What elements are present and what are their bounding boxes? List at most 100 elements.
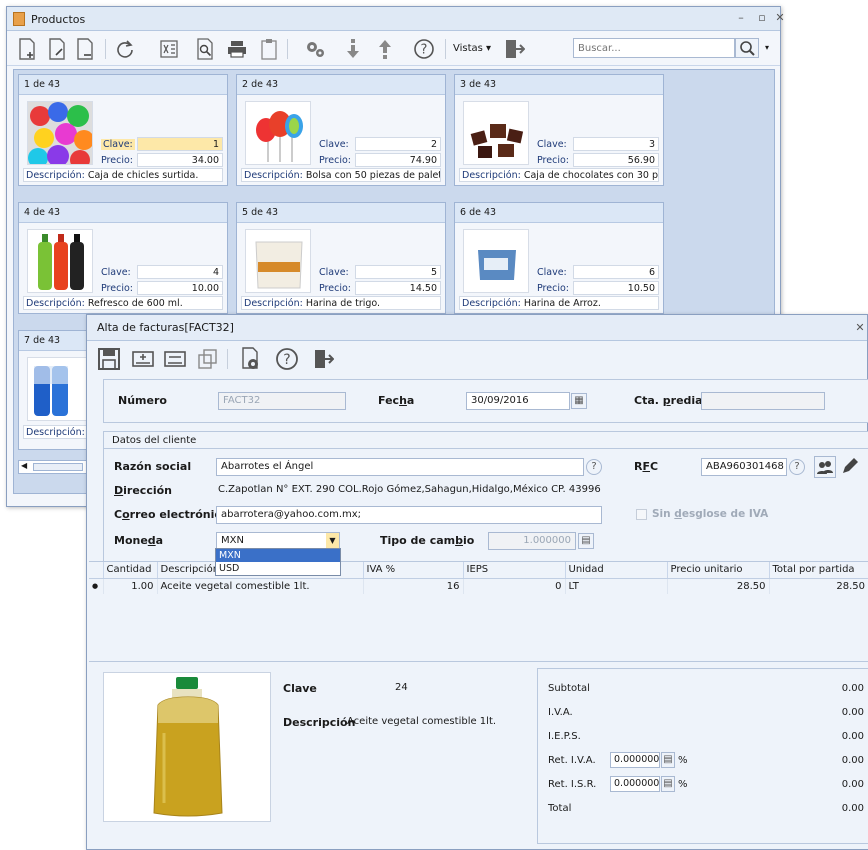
- razon-help-button[interactable]: ?: [586, 459, 602, 475]
- search-button[interactable]: [735, 38, 759, 58]
- dropdown-option-mxn[interactable]: MXN: [216, 549, 340, 562]
- moneda-dropdown-arrow[interactable]: ▼: [326, 533, 339, 549]
- rfc-field[interactable]: ABA960301468: [701, 458, 787, 476]
- calculator-icon: ▤: [663, 754, 673, 765]
- remove-row-icon[interactable]: [163, 346, 187, 372]
- description-field: Descripción: Caja de chocolates con 30 p…: [459, 168, 659, 182]
- arrow-down-icon[interactable]: [341, 36, 365, 62]
- help-icon[interactable]: ?: [275, 346, 299, 372]
- document-settings-icon[interactable]: [239, 346, 263, 372]
- cta-predial-field[interactable]: [701, 392, 825, 410]
- column-header[interactable]: IEPS: [463, 562, 566, 579]
- correo-field[interactable]: abarrotera@yahoo.com.mx;: [216, 506, 602, 524]
- razon-social-field[interactable]: Abarrotes el Ángel: [216, 458, 584, 476]
- moneda-label-post: a: [155, 534, 164, 547]
- ret-iva-pct-field[interactable]: 0.000000: [610, 752, 660, 768]
- subtotal-row: Subtotal 0.00: [548, 683, 868, 694]
- save-icon[interactable]: [97, 346, 121, 372]
- calculator-button[interactable]: ▤: [661, 776, 675, 792]
- users-icon: [815, 461, 835, 480]
- close-button[interactable]: ✕: [853, 321, 867, 335]
- moneda-dropdown-list[interactable]: MXN USD: [215, 548, 341, 576]
- search-dropdown-arrow[interactable]: ▾: [765, 43, 769, 52]
- iva-cell[interactable]: 16: [363, 578, 464, 594]
- configure-icon[interactable]: [303, 36, 327, 62]
- precio-cell[interactable]: 28.50: [667, 578, 770, 594]
- rfc-label: RFC: [634, 460, 658, 473]
- tipo-cambio-field[interactable]: 1.000000: [488, 532, 576, 550]
- ret-isr-pct-field[interactable]: 0.000000: [610, 776, 660, 792]
- descripcion-cell[interactable]: Aceite vegetal comestible 1lt.: [157, 578, 364, 594]
- numero-field[interactable]: FACT32: [218, 392, 346, 410]
- precio-label: Precio:: [537, 155, 569, 166]
- clients-button[interactable]: [814, 456, 836, 478]
- product-card[interactable]: 1 de 43 Clave: 1 Precio: 34.00 Descripci…: [18, 74, 228, 186]
- precio-value: 34.00: [137, 153, 223, 167]
- exit-icon[interactable]: [502, 36, 526, 62]
- moneda-label: Moneda: [114, 534, 163, 547]
- product-card[interactable]: 3 de 43 Clave: 3 Precio: 56.90 Descripci…: [454, 74, 664, 186]
- svg-text:?: ?: [421, 43, 428, 58]
- precio-value: 14.50: [355, 281, 441, 295]
- fecha-label-u: h: [399, 394, 407, 407]
- sin-iva-checkbox[interactable]: [636, 509, 647, 520]
- calculator-button[interactable]: ▤: [661, 752, 675, 768]
- search-input[interactable]: [573, 38, 735, 58]
- fecha-field[interactable]: 30/09/2016: [466, 392, 570, 410]
- copy-icon[interactable]: [195, 346, 219, 372]
- maximize-button[interactable]: ▫: [755, 11, 769, 25]
- calendar-button[interactable]: ▦: [571, 393, 587, 409]
- edit-client-button[interactable]: [840, 456, 862, 478]
- delete-document-icon[interactable]: [73, 36, 97, 62]
- table-row[interactable]: ● 1.00 Aceite vegetal comestible 1lt. 16…: [89, 578, 868, 594]
- clave-value: 5: [355, 265, 441, 279]
- unidad-cell[interactable]: LT: [565, 578, 668, 594]
- add-row-icon[interactable]: [131, 346, 155, 372]
- vistas-button[interactable]: Vistas ▾: [453, 43, 491, 54]
- arrow-up-icon[interactable]: [373, 36, 397, 62]
- product-card[interactable]: 2 de 43 Clave: 2 Precio: 74.90 Descripci…: [236, 74, 446, 186]
- detalle-descripcion-label: Descripción: [283, 716, 356, 729]
- product-card[interactable]: 5 de 43 Clave: 5 Precio: 14.50 Descripci…: [236, 202, 446, 314]
- scroll-thumb[interactable]: [33, 463, 83, 471]
- description-value: Harina de trigo.: [305, 298, 381, 309]
- product-image: [27, 101, 93, 165]
- refresh-icon[interactable]: [113, 36, 137, 62]
- scroll-left-arrow[interactable]: ◀: [21, 461, 27, 470]
- column-header[interactable]: Unidad: [565, 562, 668, 579]
- description-label: Descripción:: [26, 298, 85, 309]
- card-header: 1 de 43: [19, 75, 227, 95]
- cantidad-cell[interactable]: 1.00: [103, 578, 158, 594]
- column-header[interactable]: Total por partida: [769, 562, 868, 579]
- description-label: Descripción:: [244, 298, 303, 309]
- calculator-button[interactable]: ▤: [578, 533, 594, 549]
- productos-titlebar[interactable]: Productos – ▫ ✕: [7, 7, 785, 31]
- print-preview-icon[interactable]: [193, 36, 217, 62]
- column-header[interactable]: IVA %: [363, 562, 464, 579]
- clave-value: 1: [137, 137, 223, 151]
- new-document-icon[interactable]: [15, 36, 39, 62]
- edit-document-icon[interactable]: [45, 36, 69, 62]
- horizontal-scrollbar[interactable]: ◀: [18, 460, 88, 474]
- card-header: 6 de 43: [455, 203, 663, 223]
- dropdown-option-usd[interactable]: USD: [216, 562, 340, 575]
- product-card[interactable]: 4 de 43 Clave: 4 Precio: 10.00 Descripci…: [18, 202, 228, 314]
- paste-icon[interactable]: [257, 36, 281, 62]
- rfc-help-button[interactable]: ?: [789, 459, 805, 475]
- ieps-cell[interactable]: 0: [463, 578, 566, 594]
- minimize-button[interactable]: –: [734, 11, 748, 25]
- column-header[interactable]: Cantidad: [103, 562, 158, 579]
- items-grid: Cantidad Descripción IVA % IEPS Unidad P…: [89, 561, 868, 661]
- sin-iva-label-post: esglose de IVA: [681, 508, 769, 520]
- exit-icon[interactable]: [311, 346, 335, 372]
- excel-export-icon[interactable]: [157, 36, 181, 62]
- help-icon[interactable]: ?: [412, 36, 436, 62]
- factura-titlebar[interactable]: Alta de facturas[FACT32] ✕: [87, 315, 867, 341]
- description-value: Caja de chicles surtida.: [87, 170, 199, 181]
- product-card[interactable]: 6 de 43 Clave: 6 Precio: 10.50 Descripci…: [454, 202, 664, 314]
- print-icon[interactable]: [225, 36, 249, 62]
- close-button[interactable]: ✕: [773, 11, 787, 25]
- column-header[interactable]: Precio unitario: [667, 562, 770, 579]
- total-cell[interactable]: 28.50: [769, 578, 868, 594]
- precio-label: Precio:: [537, 283, 569, 294]
